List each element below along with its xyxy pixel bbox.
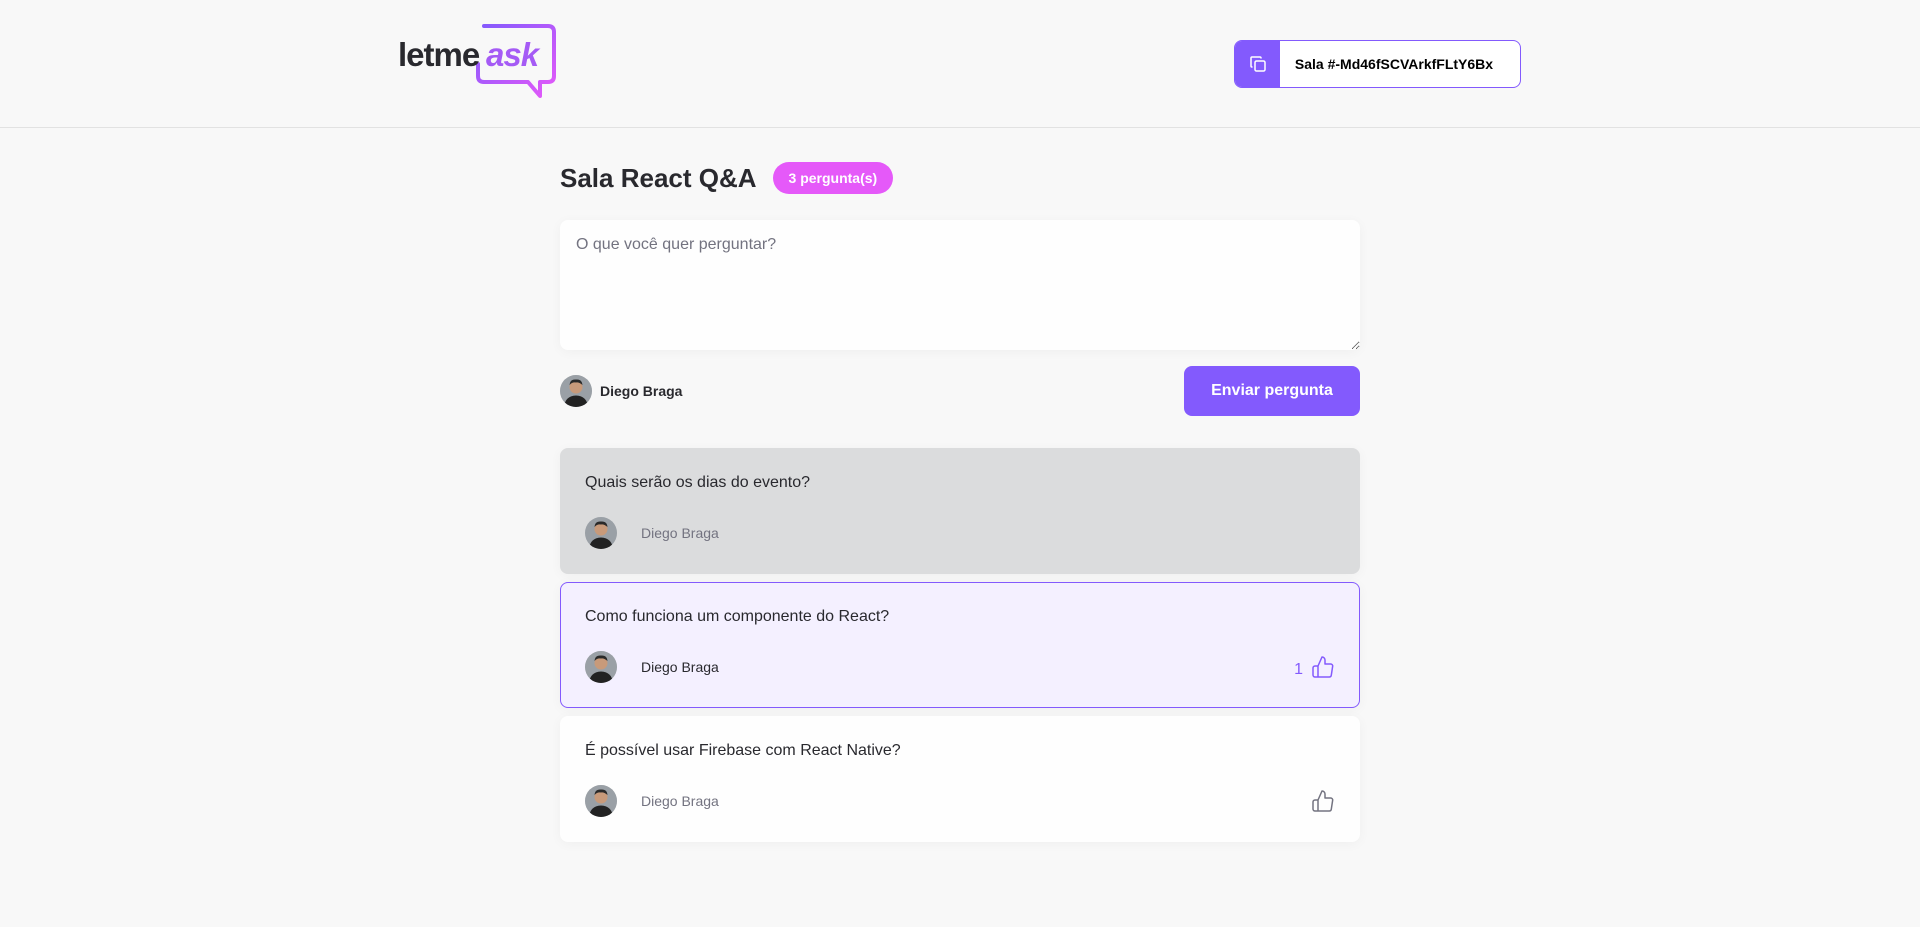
question-author: Diego Braga bbox=[585, 651, 719, 683]
logo-accent-text: ask bbox=[486, 36, 539, 73]
author-avatar bbox=[585, 785, 617, 817]
question-card: É possível usar Firebase com React Nativ… bbox=[560, 716, 1360, 842]
author-avatar bbox=[585, 517, 617, 549]
question-input[interactable] bbox=[560, 220, 1360, 350]
user-avatar bbox=[560, 375, 592, 407]
form-footer: Diego Braga Enviar pergunta bbox=[560, 366, 1360, 416]
like-count: 1 bbox=[1294, 661, 1303, 678]
question-footer: Diego Braga bbox=[585, 517, 1335, 549]
question-author: Diego Braga bbox=[585, 785, 719, 817]
question-footer: Diego Braga 1 bbox=[585, 651, 1335, 683]
author-name: Diego Braga bbox=[641, 793, 719, 809]
question-author: Diego Braga bbox=[585, 517, 719, 549]
like-button[interactable] bbox=[1303, 789, 1335, 813]
copy-icon bbox=[1249, 56, 1266, 72]
room-code-button[interactable]: Sala #-Md46fSCVArkfFLtY6Bx bbox=[1234, 40, 1521, 88]
like-icon bbox=[1312, 790, 1334, 812]
question-content: Como funciona um componente do React? bbox=[585, 608, 890, 625]
question-card: Como funciona um componente do React? Di… bbox=[560, 582, 1360, 708]
room-title-row: Sala React Q&A 3 pergunta(s) bbox=[560, 160, 1360, 196]
main-content: Sala React Q&A 3 pergunta(s) Diego Braga… bbox=[560, 160, 1360, 850]
question-content: Quais serão os dias do evento? bbox=[585, 474, 811, 491]
send-question-button[interactable]: Enviar pergunta bbox=[1184, 366, 1360, 416]
page-header: letme ask Sala #-Md46fSCVArkfFLtY6Bx bbox=[0, 0, 1920, 128]
copy-icon-box bbox=[1235, 41, 1280, 87]
question-form: Diego Braga Enviar pergunta bbox=[560, 220, 1360, 416]
user-name: Diego Braga bbox=[600, 383, 683, 399]
question-card: Quais serão os dias do evento? Diego Bra… bbox=[560, 448, 1360, 574]
question-count-badge: 3 pergunta(s) bbox=[772, 162, 894, 194]
room-code-label: Sala #-Md46fSCVArkfFLtY6Bx bbox=[1294, 56, 1494, 72]
like-icon bbox=[1312, 656, 1334, 678]
author-name: Diego Braga bbox=[641, 659, 719, 675]
like-button[interactable]: 1 bbox=[1294, 655, 1335, 679]
room-title: Sala React Q&A bbox=[560, 162, 757, 193]
user-info: Diego Braga bbox=[560, 375, 682, 407]
logo-text: letme bbox=[398, 36, 480, 73]
question-list: Quais serão os dias do evento? Diego Bra… bbox=[560, 448, 1360, 842]
author-name: Diego Braga bbox=[641, 525, 719, 541]
letmeask-logo: letme ask bbox=[398, 24, 558, 100]
question-footer: Diego Braga bbox=[585, 785, 1335, 817]
question-content: É possível usar Firebase com React Nativ… bbox=[585, 742, 901, 759]
author-avatar bbox=[585, 651, 617, 683]
